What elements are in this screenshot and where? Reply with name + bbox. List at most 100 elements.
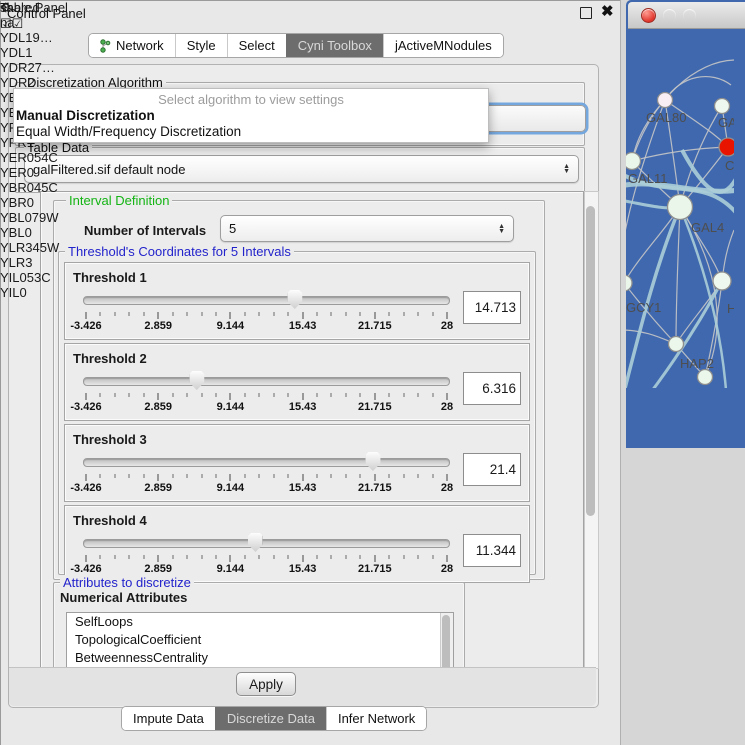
attribute-list-item[interactable]: SelfLoops <box>67 613 453 631</box>
table-row[interactable]: YBL079WYBL0 <box>0 210 61 240</box>
slider-thumb-icon[interactable] <box>248 533 263 552</box>
tick-label: 2.859 <box>144 401 172 413</box>
dropdown-option[interactable]: Manual Discretization <box>14 108 488 124</box>
tick-mark <box>331 555 332 559</box>
tick-mark <box>288 474 289 478</box>
cell-shared-name[interactable]: YBR045C <box>0 180 61 195</box>
table-data-combobox[interactable]: galFiltered.sif default node ▲▼ <box>24 155 579 183</box>
network-edge[interactable] <box>626 207 680 283</box>
tick-mark <box>374 555 375 562</box>
slider-track[interactable] <box>83 539 450 548</box>
cell-shared-name[interactable]: YIL053C <box>0 270 61 285</box>
cell-shared-name[interactable]: YDL19… <box>0 30 61 45</box>
table-row[interactable]: YBR045CYBR0 <box>0 180 61 210</box>
cell-name[interactable]: YBL0 <box>0 225 61 240</box>
attributes-scrollbar-thumb[interactable] <box>442 615 450 669</box>
column-header-shared-name[interactable]: shared… <box>0 0 61 15</box>
network-node[interactable] <box>669 337 684 352</box>
network-node[interactable] <box>626 275 632 291</box>
tab-network[interactable]: Network <box>89 34 175 57</box>
interval-definition-title: Interval Definition <box>66 193 172 208</box>
tab-select[interactable]: Select <box>227 34 286 57</box>
cell-name[interactable]: YIL0 <box>0 285 61 300</box>
tab-infer-network[interactable]: Infer Network <box>326 707 426 730</box>
attributes-scrollbar[interactable] <box>440 613 453 669</box>
threshold-panel: Threshold 1 -3.4262.8599.14415.4321.7152… <box>64 262 530 340</box>
cell-shared-name[interactable]: YLR345W <box>0 240 61 255</box>
cell-shared-name[interactable]: YER054C <box>0 150 61 165</box>
slider-track[interactable] <box>83 377 450 386</box>
tick-mark <box>158 555 159 562</box>
settings-scrollbar[interactable] <box>584 191 599 669</box>
network-edge[interactable] <box>676 207 680 344</box>
tick-mark <box>172 312 173 316</box>
threshold-slider[interactable]: -3.4262.8599.14415.4321.71528 <box>83 287 450 333</box>
threshold-value-field[interactable]: 14.713 <box>463 291 521 324</box>
control-panel-window: Control Panel ✖ NetworkStyleSelectCyni T… <box>0 0 621 745</box>
network-node[interactable] <box>626 153 641 170</box>
tick-mark <box>230 312 231 319</box>
tick-mark <box>259 312 260 316</box>
network-node[interactable] <box>698 370 713 385</box>
close-icon[interactable]: ✖ <box>601 2 614 20</box>
tick-mark <box>317 474 318 478</box>
cell-name[interactable]: YER0 <box>0 165 61 180</box>
threshold-label: Threshold 3 <box>65 425 529 447</box>
cell-shared-name[interactable]: YDR27… <box>0 60 61 75</box>
numerical-attributes-list[interactable]: SelfLoopsTopologicalCoefficientBetweenne… <box>66 612 454 669</box>
tab-style[interactable]: Style <box>175 34 227 57</box>
tick-label: 2.859 <box>144 563 172 575</box>
tick-mark <box>389 555 390 559</box>
cell-name[interactable]: YLR3 <box>0 255 61 270</box>
tick-mark <box>172 555 173 559</box>
tab-jactivemnodules[interactable]: jActiveMNodules <box>383 34 503 57</box>
table-row[interactable]: YDR27…YDR2 <box>0 60 61 90</box>
threshold-panel: Threshold 4 -3.4262.8599.14415.4321.7152… <box>64 505 530 583</box>
table-rows: YDL19…YDL1YDR27…YDR2YBR043CYBR0YPR145WYP… <box>0 30 61 300</box>
threshold-stack: Threshold 1 -3.4262.8599.14415.4321.7152… <box>64 262 530 586</box>
threshold-value-field[interactable]: 11.344 <box>463 534 521 567</box>
slider-track[interactable] <box>83 296 450 305</box>
cell-shared-name[interactable]: YBL079W <box>0 210 61 225</box>
number-of-intervals-combobox[interactable]: 5 ▲▼ <box>220 215 514 242</box>
network-node[interactable] <box>668 195 693 220</box>
tick-mark <box>172 474 173 478</box>
slider-thumb-icon[interactable] <box>189 371 204 390</box>
threshold-slider[interactable]: -3.4262.8599.14415.4321.71528 <box>83 530 450 576</box>
network-node[interactable] <box>715 99 730 114</box>
network-node[interactable] <box>713 272 731 290</box>
dropdown-option[interactable]: Equal Width/Frequency Discretization <box>14 124 488 140</box>
threshold-label: Threshold 4 <box>65 506 529 528</box>
network-node-label: H <box>727 301 734 316</box>
tab-impute-data[interactable]: Impute Data <box>122 707 215 730</box>
algorithm-dropdown-popup: Select algorithm to view settings Manual… <box>13 88 489 143</box>
tab-label: Select <box>239 38 275 53</box>
float-window-icon[interactable] <box>580 7 592 19</box>
settings-scrollbar-thumb[interactable] <box>586 206 595 516</box>
tick-mark <box>432 474 433 478</box>
slider-thumb-icon[interactable] <box>365 452 380 471</box>
threshold-slider[interactable]: -3.4262.8599.14415.4321.71528 <box>83 368 450 414</box>
slider-thumb-icon[interactable] <box>287 290 302 309</box>
network-canvas[interactable]: GAL80GACGAL11GAL4GCY1HHAP2 <box>626 0 734 391</box>
column-header-name[interactable]: na <box>0 15 61 30</box>
cell-name[interactable]: YBR0 <box>0 195 61 210</box>
tab-discretize-data[interactable]: Discretize Data <box>215 707 326 730</box>
network-node[interactable] <box>719 138 734 156</box>
slider-tick-labels: -3.4262.8599.14415.4321.71528 <box>86 320 447 332</box>
cell-name[interactable]: YDL1 <box>0 45 61 60</box>
tab-cyni-toolbox[interactable]: Cyni Toolbox <box>286 34 383 57</box>
attribute-list-item[interactable]: TopologicalCoefficient <box>67 631 453 649</box>
attribute-list-item[interactable]: BetweennessCentrality <box>67 649 453 667</box>
tick-mark <box>158 474 159 481</box>
threshold-value-field[interactable]: 21.4 <box>463 453 521 486</box>
table-row[interactable]: YIL053CYIL0 <box>0 270 61 300</box>
table-row[interactable]: YDL19…YDL1 <box>0 30 61 60</box>
table-row[interactable]: YLR345WYLR3 <box>0 240 61 270</box>
apply-button[interactable]: Apply <box>236 672 296 696</box>
threshold-value-field[interactable]: 6.316 <box>463 372 521 405</box>
threshold-slider[interactable]: -3.4262.8599.14415.4321.71528 <box>83 449 450 495</box>
slider-track[interactable] <box>83 458 450 467</box>
network-node[interactable] <box>658 93 673 108</box>
table-row[interactable]: YER054CYER0 <box>0 150 61 180</box>
